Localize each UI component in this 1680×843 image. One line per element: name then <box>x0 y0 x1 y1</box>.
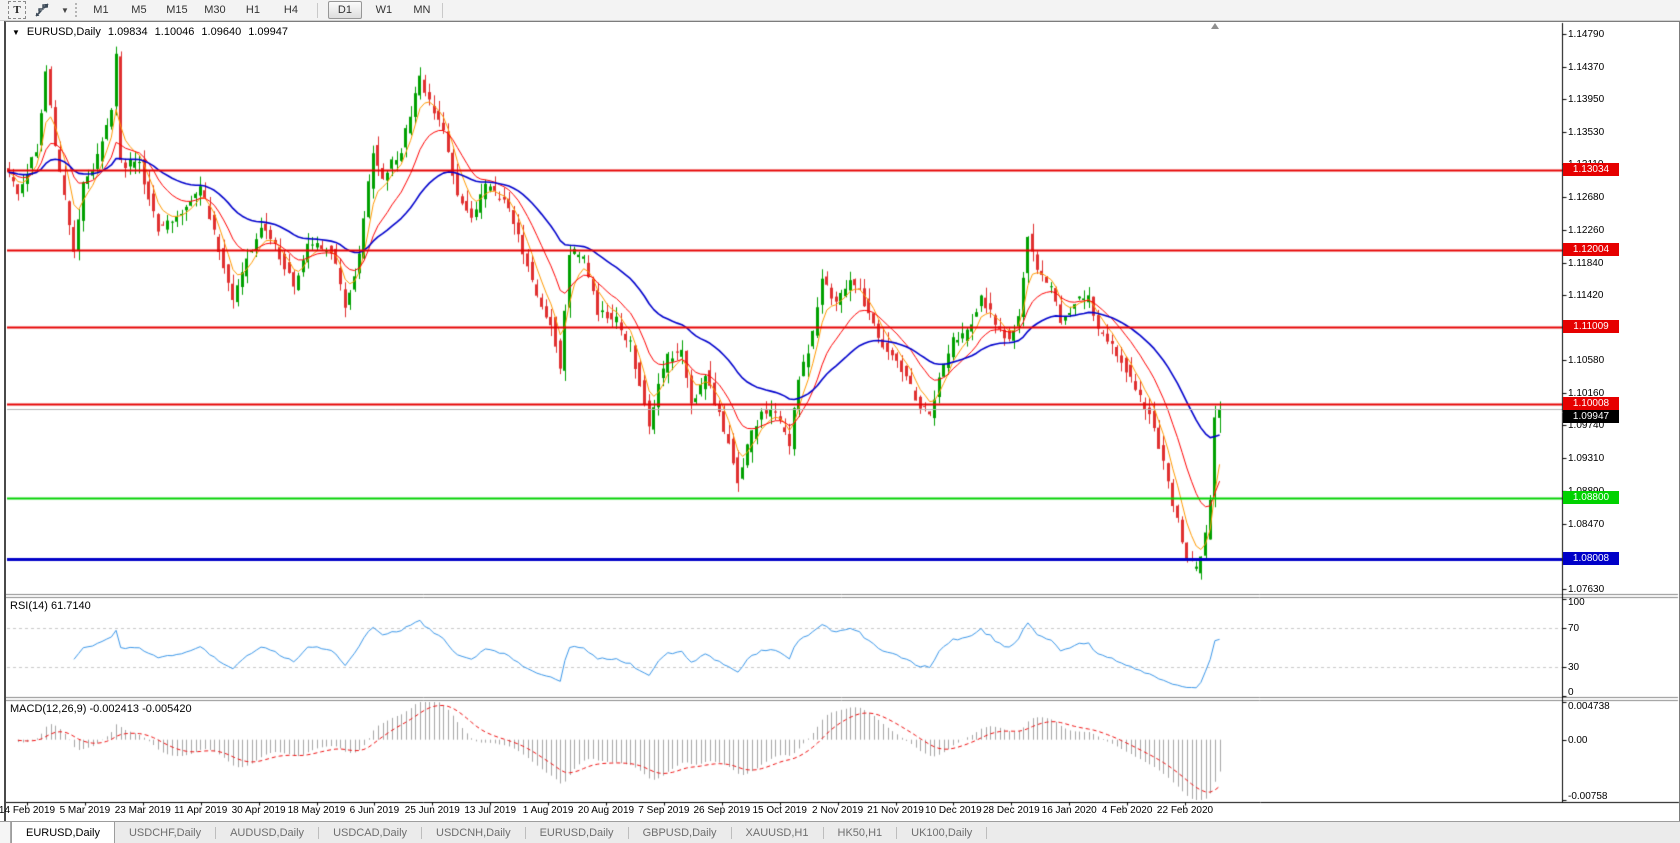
tab-usdcad-daily[interactable]: USDCAD,Daily <box>319 822 421 843</box>
tab-eurusd-daily[interactable]: EURUSD,Daily <box>526 822 628 843</box>
tab-uk100-daily[interactable]: UK100,Daily <box>897 822 986 843</box>
price-axis-tick: 1.14790 <box>1568 29 1604 40</box>
arrows-tool-icon <box>35 3 49 17</box>
tab-gbpusd-daily[interactable]: GBPUSD,Daily <box>629 822 731 843</box>
price-axis-tick: 1.13950 <box>1568 94 1604 105</box>
time-axis-date: 13 Jul 2019 <box>464 805 516 816</box>
tab-audusd-daily[interactable]: AUDUSD,Daily <box>216 822 318 843</box>
macd-indicator-label: MACD(12,26,9) -0.002413 -0.005420 <box>10 703 192 715</box>
time-axis-date: 22 Feb 2020 <box>1157 805 1213 816</box>
time-axis-date: 4 Feb 2020 <box>1102 805 1153 816</box>
level-price-label: 1.13034 <box>1563 163 1619 176</box>
timeframe-button-m5[interactable]: M5 <box>123 2 155 18</box>
price-axis-tick: 1.12260 <box>1568 225 1604 236</box>
tool-dropdown-caret[interactable]: ▼ <box>61 6 69 15</box>
time-axis-date: 2 Nov 2019 <box>812 805 863 816</box>
time-axis-date: 7 Sep 2019 <box>638 805 689 816</box>
macd-scale-tick: -0.00758 <box>1568 791 1607 802</box>
tab-usdchf-daily[interactable]: USDCHF,Daily <box>115 822 215 843</box>
time-axis-date: 23 Mar 2019 <box>115 805 171 816</box>
time-axis-date: 10 Dec 2019 <box>925 805 982 816</box>
price-axis-tick: 1.14370 <box>1568 62 1604 73</box>
level-price-label: 1.08800 <box>1563 491 1619 504</box>
quote-high: 1.10046 <box>155 26 195 38</box>
price-axis-tick: 1.09310 <box>1568 453 1604 464</box>
tab-eurusd-daily[interactable]: EURUSD,Daily <box>11 821 115 843</box>
timeframe-group: M1 M5 M15 M30 H1 H4 D1 W1 MN <box>85 1 438 19</box>
time-axis-date: 1 Aug 2019 <box>523 805 574 816</box>
price-axis-tick: 1.08470 <box>1568 519 1604 530</box>
time-axis-date: 14 Feb 2019 <box>0 805 55 816</box>
level-price-label: 1.08008 <box>1563 552 1619 565</box>
price-axis-tick: 1.07630 <box>1568 584 1604 595</box>
time-axis-date: 21 Nov 2019 <box>867 805 924 816</box>
timeframe-button-m15[interactable]: M15 <box>161 2 193 18</box>
rsi-scale-tick: 100 <box>1568 597 1585 608</box>
tab-stub[interactable] <box>0 822 11 843</box>
time-axis-date: 26 Sep 2019 <box>693 805 750 816</box>
toolbar-separator <box>317 3 318 18</box>
time-axis-date: 18 May 2019 <box>288 805 346 816</box>
time-axis-date: 20 Aug 2019 <box>578 805 634 816</box>
tab-xauusd-h1[interactable]: XAUUSD,H1 <box>732 822 823 843</box>
chart-window <box>4 21 1680 822</box>
time-axis-date: 5 Mar 2019 <box>60 805 111 816</box>
time-axis-date: 16 Jan 2020 <box>1042 805 1097 816</box>
toolbar-separator <box>442 3 443 18</box>
chart-tab-bar: EURUSD,DailyUSDCHF,DailyAUDUSD,DailyUSDC… <box>0 821 1680 843</box>
time-axis-date: 28 Dec 2019 <box>983 805 1040 816</box>
rsi-scale-tick: 30 <box>1568 662 1579 673</box>
rsi-indicator-label: RSI(14) 61.7140 <box>10 600 91 612</box>
collapse-chart-icon[interactable]: ▼ <box>12 28 20 37</box>
level-price-label: 1.11009 <box>1563 320 1619 333</box>
time-axis-date: 30 Apr 2019 <box>232 805 286 816</box>
timeframe-button-w1[interactable]: W1 <box>368 2 400 18</box>
time-axis-date: 25 Jun 2019 <box>405 805 460 816</box>
timeframe-button-d1[interactable]: D1 <box>328 1 362 19</box>
price-axis-tick: 1.10580 <box>1568 355 1604 366</box>
symbol-period-label: EURUSD,Daily <box>27 26 101 38</box>
price-axis-tick: 1.13530 <box>1568 127 1604 138</box>
quote-open: 1.09834 <box>108 26 148 38</box>
price-axis-tick: 1.11420 <box>1568 290 1603 301</box>
current-price-label: 1.09947 <box>1563 410 1619 423</box>
chart-shift-marker[interactable] <box>1211 23 1219 29</box>
time-axis-date: 11 Apr 2019 <box>174 805 227 816</box>
quote-close: 1.09947 <box>248 26 288 38</box>
timeframe-button-m30[interactable]: M30 <box>199 2 231 18</box>
price-axis-tick: 1.11840 <box>1568 258 1603 269</box>
macd-scale-tick: 0.004738 <box>1568 701 1610 712</box>
tab-divider <box>986 827 987 839</box>
quote-low: 1.09640 <box>201 26 241 38</box>
arrows-tool-button[interactable] <box>26 2 58 18</box>
macd-scale-tick: 0.00 <box>1568 735 1587 746</box>
rsi-scale-tick: 70 <box>1568 623 1579 634</box>
level-price-label: 1.10008 <box>1563 397 1619 410</box>
time-axis-date: 15 Oct 2019 <box>752 805 806 816</box>
tab-hk50-h1[interactable]: HK50,H1 <box>824 822 897 843</box>
timeframe-button-h4[interactable]: H4 <box>275 2 307 18</box>
level-price-label: 1.12004 <box>1563 243 1619 256</box>
rsi-scale-tick: 0 <box>1568 687 1574 698</box>
top-toolbar: T ▼ M1 M5 M15 M30 H1 H4 D1 W1 MN <box>0 0 1680 21</box>
chart-quote-header[interactable]: ▼ EURUSD,Daily 1.09834 1.10046 1.09640 1… <box>12 26 288 38</box>
timeframe-button-h1[interactable]: H1 <box>237 2 269 18</box>
price-axis-tick: 1.12680 <box>1568 192 1604 203</box>
timeframe-button-m1[interactable]: M1 <box>85 2 117 18</box>
time-axis-date: 6 Jun 2019 <box>350 805 400 816</box>
text-tool-button[interactable]: T <box>8 1 26 19</box>
timeframe-button-mn[interactable]: MN <box>406 2 438 18</box>
toolbar-grip[interactable] <box>75 3 80 17</box>
tab-usdcnh-daily[interactable]: USDCNH,Daily <box>422 822 525 843</box>
